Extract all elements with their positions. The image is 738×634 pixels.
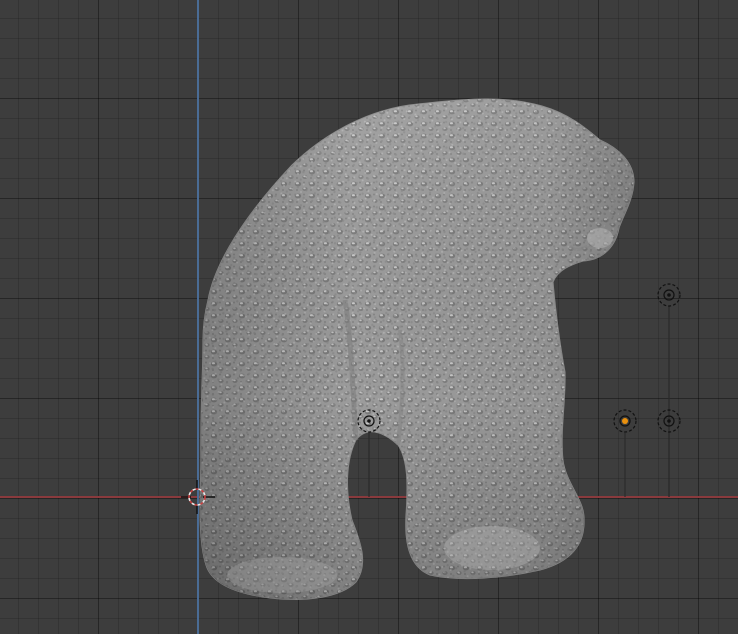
sculpted-bear-mesh[interactable] <box>199 98 635 600</box>
3d-viewport[interactable] <box>0 0 738 634</box>
light-marker[interactable] <box>657 283 681 307</box>
light-marker-selected[interactable] <box>613 409 637 433</box>
scene-canvas <box>181 98 681 600</box>
